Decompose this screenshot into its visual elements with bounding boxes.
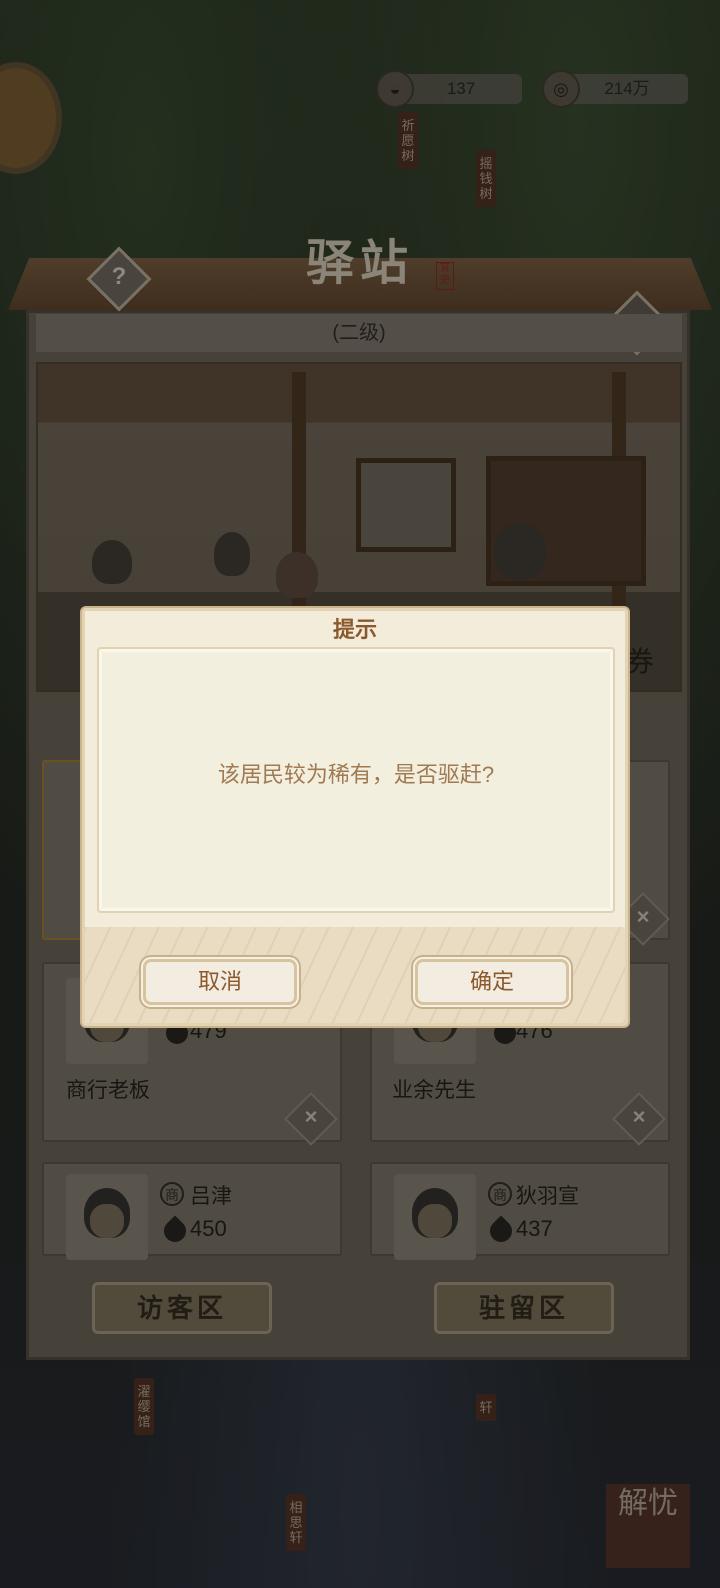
dialog-body: 该居民较为稀有，是否驱赶?: [97, 647, 615, 913]
confirm-dialog: 提示 该居民较为稀有，是否驱赶? 取消 确定: [82, 608, 628, 1026]
dialog-title: 提示: [332, 617, 377, 642]
cancel-button[interactable]: 取消: [143, 959, 297, 1005]
confirm-button[interactable]: 确定: [415, 959, 569, 1005]
dialog-message: 该居民较为稀有，是否驱赶?: [217, 762, 495, 787]
